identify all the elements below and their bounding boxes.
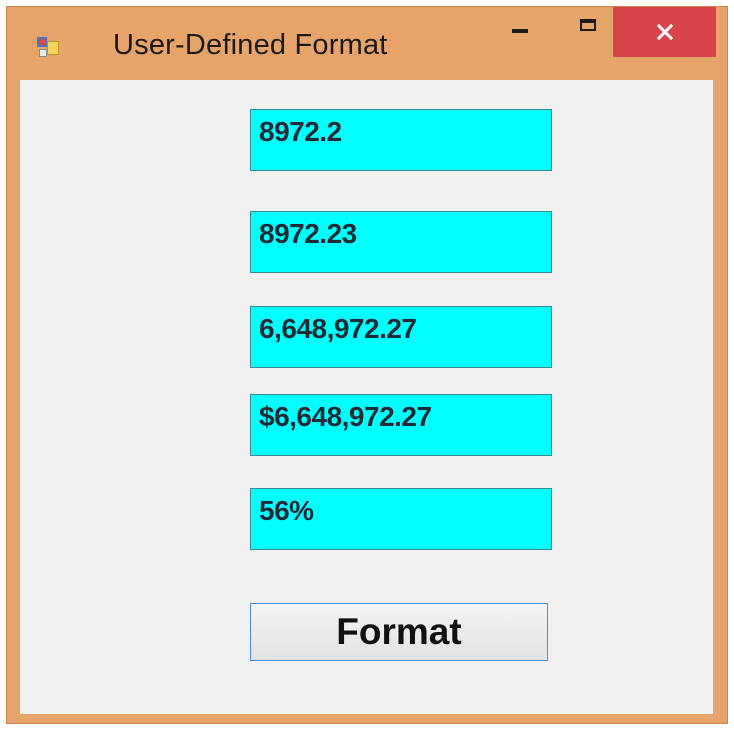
window-title: User-Defined Format [113,29,388,61]
form-client-area: 8972.2 8972.23 6,648,972.27 $6,648,972.2… [20,80,713,714]
title-bar[interactable]: User-Defined Format [7,7,727,83]
close-button[interactable] [613,7,716,57]
maximize-icon [580,19,596,31]
form-app-icon[interactable] [37,37,59,59]
minimize-icon [512,29,528,33]
number-field-3[interactable]: 6,648,972.27 [250,306,552,368]
close-icon [656,23,673,41]
maximize-button[interactable] [560,7,616,53]
minimize-button[interactable] [489,7,551,53]
format-button[interactable]: Format [250,603,548,661]
app-window: User-Defined Format 8972.2 8972.23 6,648… [6,6,728,724]
percent-field[interactable]: 56% [250,488,552,550]
currency-field[interactable]: $6,648,972.27 [250,394,552,456]
number-field-2[interactable]: 8972.23 [250,211,552,273]
number-field-1[interactable]: 8972.2 [250,109,552,171]
